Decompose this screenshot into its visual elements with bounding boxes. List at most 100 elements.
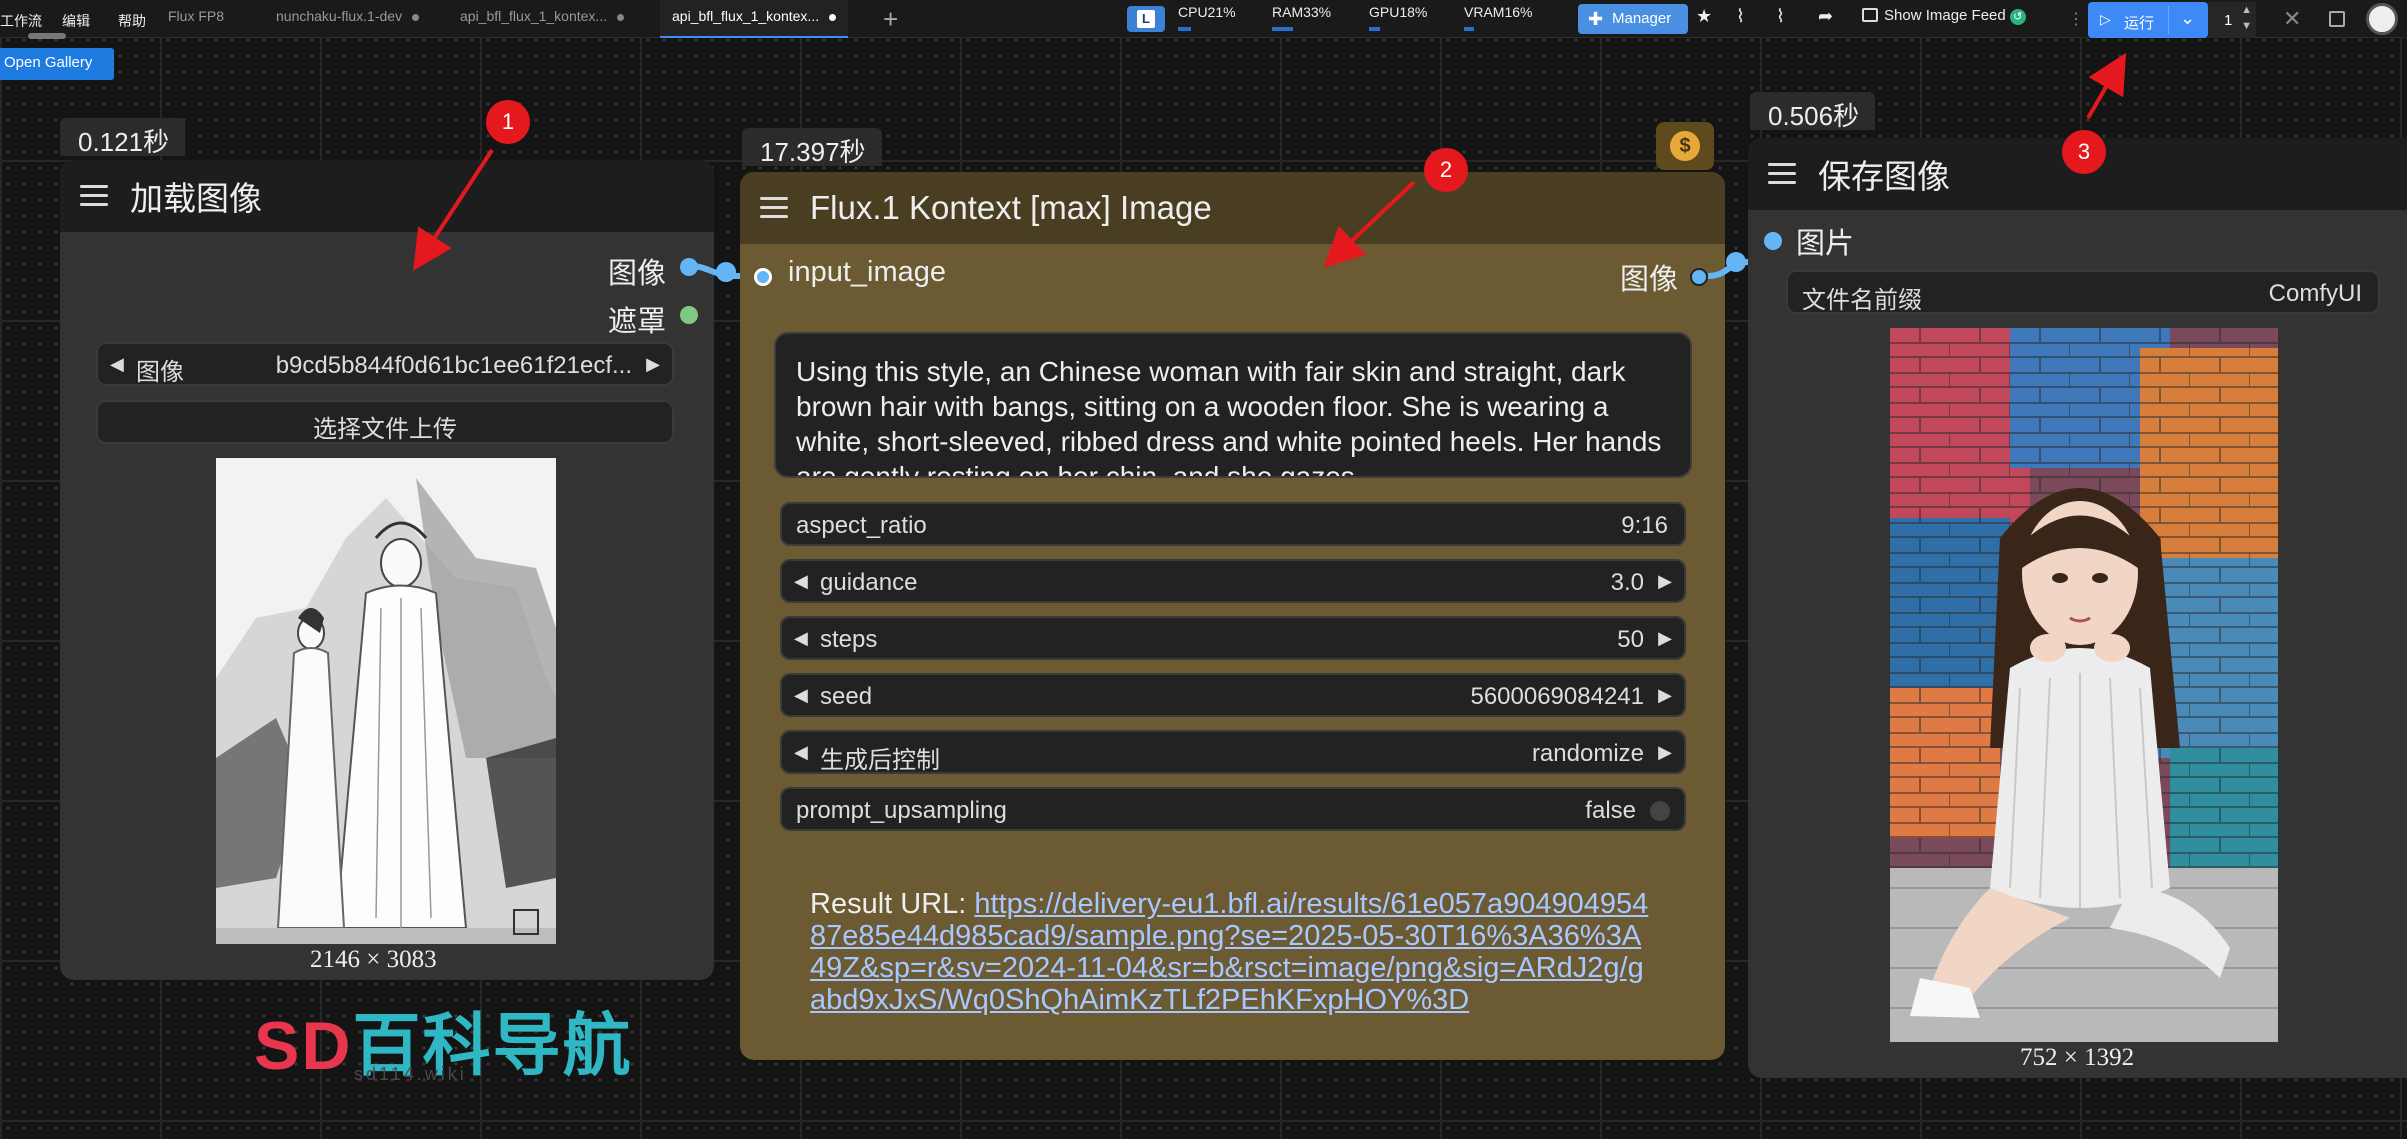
widget-value: 3.0 bbox=[1610, 569, 1644, 596]
filename-prefix-widget[interactable]: 文件名前缀 ComfyUI bbox=[1786, 270, 2380, 314]
tab-label: api_bfl_flux_1_kontex... bbox=[672, 8, 820, 24]
tabs-scrollbar[interactable] bbox=[28, 33, 66, 39]
menu-workflow[interactable]: 工作流 bbox=[0, 11, 42, 31]
result-url-text: Result URL: https://delivery-eu1.bfl.ai/… bbox=[810, 888, 1650, 1016]
tab-kontext-1[interactable]: api_bfl_flux_1_kontex... bbox=[448, 0, 636, 38]
show-feed-label: Show Image Feed bbox=[1884, 7, 2006, 24]
manager-button[interactable]: ✚ Manager bbox=[1578, 4, 1688, 34]
tab-nunchaku[interactable]: nunchaku-flux.1-dev bbox=[264, 0, 431, 38]
manager-label: Manager bbox=[1612, 10, 1672, 27]
hamburger-menu-icon[interactable] bbox=[760, 196, 788, 220]
save-image-node[interactable]: 保存图像 图片 文件名前缀 ComfyUI 752 × 1392 bbox=[1748, 138, 2407, 1078]
output-image-port[interactable] bbox=[1690, 268, 1708, 286]
load-image-node[interactable]: 加载图像 图像 遮罩 ◀ 图像 b9cd5b844f0d61bc1ee61f21… bbox=[60, 160, 714, 980]
run-button[interactable]: ▷ 运行 ⌄ bbox=[2088, 2, 2208, 38]
widget-value: 5600069084241 bbox=[1470, 683, 1644, 710]
node-title: Flux.1 Kontext [max] Image bbox=[810, 189, 1212, 226]
watermark-sub: sd114.wiki bbox=[354, 1064, 467, 1084]
run-count-stepper[interactable]: 1 ▲ ▼ bbox=[2208, 2, 2256, 38]
guidance-widget[interactable]: ◀ guidance 3.0 ▶ bbox=[780, 559, 1686, 603]
node-title: 保存图像 bbox=[1818, 158, 1950, 195]
arrow-left-icon[interactable]: ◀ bbox=[110, 354, 124, 375]
output-mask-port[interactable] bbox=[680, 306, 698, 324]
arrow-left-icon[interactable]: ◀ bbox=[794, 628, 808, 649]
image-widget-label: 图像 bbox=[136, 359, 184, 386]
arrow-right-icon[interactable]: ▶ bbox=[1658, 628, 1672, 649]
widget-label: steps bbox=[820, 626, 878, 653]
brush-alt-icon[interactable]: ⌇ bbox=[1776, 6, 1785, 27]
menu-help[interactable]: 帮助 bbox=[118, 11, 146, 31]
widget-value: randomize bbox=[1531, 740, 1644, 767]
arrow-left-icon[interactable]: ◀ bbox=[794, 571, 808, 592]
upload-file-button[interactable]: 选择文件上传 bbox=[96, 400, 674, 444]
load-node-header[interactable]: 加载图像 bbox=[60, 160, 714, 232]
input-image-port[interactable] bbox=[1764, 232, 1782, 250]
share-arrow-icon[interactable]: ➦ bbox=[1818, 6, 1833, 27]
run-label: 运行 bbox=[2124, 15, 2155, 32]
chevron-up-icon[interactable]: ▲ bbox=[2241, 4, 2252, 16]
image-feed-icon bbox=[1862, 8, 1878, 22]
toggle-knob-icon[interactable] bbox=[1650, 801, 1670, 821]
open-gallery-button[interactable]: Open Gallery bbox=[0, 48, 114, 80]
ram-stat: RAM33% bbox=[1272, 4, 1332, 20]
steps-widget[interactable]: ◀ steps 50 ▶ bbox=[780, 616, 1686, 660]
tab-label: Flux FP8 bbox=[168, 8, 225, 24]
arrow-left-icon[interactable]: ◀ bbox=[794, 742, 808, 763]
image-widget-value: b9cd5b844f0d61bc1ee61f21ecf... bbox=[275, 352, 632, 379]
arrow-right-icon[interactable]: ▶ bbox=[646, 354, 660, 375]
prompt-upsampling-toggle[interactable]: prompt_upsampling false bbox=[780, 787, 1686, 831]
crystools-logo-icon[interactable]: L bbox=[1127, 6, 1165, 32]
maximize-icon[interactable] bbox=[2329, 11, 2345, 27]
run-count-value: 1 bbox=[2224, 12, 2233, 29]
gpu-bar bbox=[1369, 27, 1380, 31]
cpu-bar bbox=[1178, 27, 1191, 31]
widget-label: aspect_ratio bbox=[796, 512, 927, 539]
widget-value: 50 bbox=[1617, 626, 1644, 653]
annotation-badge-3: 3 bbox=[2062, 130, 2106, 174]
image-select-widget[interactable]: ◀ 图像 b9cd5b844f0d61bc1ee61f21ecf... ▶ bbox=[96, 342, 674, 386]
unsaved-dot-icon bbox=[412, 13, 420, 21]
chevron-down-small-icon[interactable]: ▼ bbox=[2241, 20, 2252, 32]
api-credit-badge: $ bbox=[1656, 122, 1714, 170]
arrow-right-icon[interactable]: ▶ bbox=[1658, 742, 1672, 763]
widget-label: prompt_upsampling bbox=[796, 797, 1007, 824]
brush-icon[interactable]: ⌇ bbox=[1736, 6, 1745, 27]
avatar[interactable] bbox=[2366, 3, 2398, 35]
tab-label: api_bfl_flux_1_kontex... bbox=[460, 8, 608, 24]
annotation-badge-1: 1 bbox=[486, 100, 530, 144]
flux-kontext-node[interactable]: Flux.1 Kontext [max] Image input_image 图… bbox=[740, 172, 1725, 1060]
graffiti-portrait-illustration bbox=[1890, 328, 2278, 1042]
arrow-right-icon[interactable]: ▶ bbox=[1658, 571, 1672, 592]
save-image-size: 752 × 1392 bbox=[2020, 1044, 2135, 1071]
tab-flux-fp8[interactable]: Flux FP8 bbox=[156, 0, 236, 38]
aspect-ratio-widget[interactable]: aspect_ratio 9:16 bbox=[780, 502, 1686, 546]
show-image-feed-button[interactable]: Show Image Feed ↺ bbox=[1862, 7, 2026, 25]
flux-node-header[interactable]: Flux.1 Kontext [max] Image bbox=[740, 172, 1725, 244]
menu-edit[interactable]: 编辑 bbox=[62, 11, 90, 31]
play-icon: ▷ bbox=[2100, 11, 2111, 27]
widget-value: ComfyUI bbox=[2268, 280, 2362, 307]
output-image-label: 图像 bbox=[608, 258, 667, 290]
seed-widget[interactable]: ◀ seed 5600069084241 ▶ bbox=[780, 673, 1686, 717]
vram-bar bbox=[1464, 27, 1474, 31]
widget-label: guidance bbox=[820, 569, 918, 596]
chevron-down-icon[interactable]: ⌄ bbox=[2180, 8, 2195, 29]
new-tab-plus-icon[interactable]: + bbox=[883, 4, 898, 35]
save-node-timing: 0.506秒 bbox=[1750, 92, 1876, 131]
hamburger-menu-icon[interactable] bbox=[80, 184, 108, 208]
input-image-port[interactable] bbox=[754, 268, 772, 286]
load-image-size: 2146 × 3083 bbox=[310, 946, 437, 973]
control-after-generate-widget[interactable]: ◀ 生成后控制 randomize ▶ bbox=[780, 730, 1686, 774]
widget-value: 9:16 bbox=[1621, 512, 1668, 539]
output-image-port[interactable] bbox=[680, 258, 698, 276]
arrow-left-icon[interactable]: ◀ bbox=[794, 685, 808, 706]
hamburger-menu-icon[interactable] bbox=[1768, 162, 1796, 186]
output-image-label: 图像 bbox=[1620, 264, 1679, 296]
arrow-right-icon[interactable]: ▶ bbox=[1658, 685, 1672, 706]
tab-kontext-active[interactable]: api_bfl_flux_1_kontex... bbox=[660, 0, 849, 38]
close-icon[interactable]: ✕ bbox=[2283, 6, 2301, 32]
ink-sketch-illustration bbox=[216, 458, 556, 944]
prompt-textarea[interactable]: Using this style, an Chinese woman with … bbox=[774, 332, 1692, 478]
star-icon[interactable]: ★ bbox=[1696, 6, 1712, 27]
flux-node-timing: 17.397秒 bbox=[742, 128, 882, 167]
